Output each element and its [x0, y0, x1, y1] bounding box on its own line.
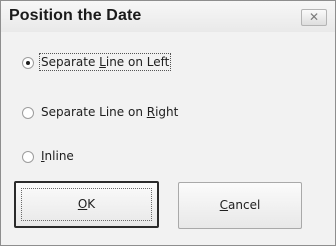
label-text: ine on Left	[105, 55, 170, 69]
radio-icon[interactable]	[22, 151, 34, 163]
radio-selected-dot	[26, 61, 30, 65]
label-text: K	[87, 197, 96, 211]
title-bar[interactable]: Position the Date ✕	[1, 1, 335, 32]
access-key: C	[219, 198, 229, 212]
radio-icon[interactable]	[22, 107, 34, 119]
close-button[interactable]: ✕	[301, 9, 327, 26]
label-text: ancel	[228, 198, 261, 212]
label-text: Separate Line on	[41, 105, 147, 119]
label-text: ight	[155, 105, 179, 119]
radio-option-left[interactable]: Separate Line on Left	[22, 53, 202, 74]
ok-button[interactable]: OK	[14, 181, 159, 228]
access-key: O	[77, 197, 88, 211]
radio-option-inline[interactable]: Inline	[22, 148, 102, 168]
dialog-title: Position the Date	[9, 7, 142, 24]
ok-button-label: OK	[78, 197, 95, 211]
close-icon: ✕	[308, 10, 320, 24]
radio-option-right-label[interactable]: Separate Line on Right	[41, 105, 178, 119]
radio-icon[interactable]	[22, 57, 34, 69]
label-text: Separate	[41, 55, 100, 69]
cancel-button[interactable]: Cancel	[178, 182, 302, 229]
access-key: L	[99, 55, 106, 69]
radio-option-right[interactable]: Separate Line on Right	[22, 104, 202, 124]
access-key: R	[146, 105, 156, 119]
position-date-dialog: Position the Date ✕ Separate Line on Lef…	[0, 0, 336, 246]
radio-option-left-label[interactable]: Separate Line on Left	[38, 53, 172, 71]
label-text: nline	[44, 149, 74, 163]
radio-option-inline-label[interactable]: Inline	[41, 149, 74, 163]
cancel-button-label: Cancel	[220, 198, 261, 212]
